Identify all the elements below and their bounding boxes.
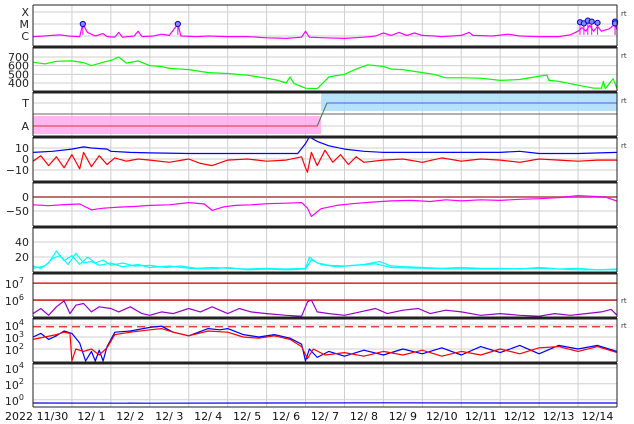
x-tick-label: 11/30 [37, 410, 69, 423]
x-tick-label: 12/ 4 [194, 410, 222, 423]
x-tick-label: 12/10 [426, 410, 458, 423]
x-tick-label: 12/ 7 [311, 410, 339, 423]
dst-tick-label: 0 [22, 191, 29, 204]
tick-exponent: 4 [19, 361, 24, 370]
imf-sector-tick-label: T [21, 97, 29, 110]
tick-exponent: 0 [19, 393, 24, 402]
proton-density-series-density-2 [32, 252, 617, 271]
flare-marker [174, 20, 181, 28]
dst-series-dst [32, 195, 618, 218]
x-tick-label: 12/ 6 [272, 410, 300, 423]
imf-realtime-label: rt [621, 142, 627, 150]
electron-flux-tick-label: 107 [5, 276, 24, 291]
x-tick-label: 12/ 8 [350, 410, 378, 423]
flare-marker [588, 18, 595, 25]
grid-layer [33, 5, 617, 407]
proton-flux-realtime-label: rt [621, 322, 627, 330]
tick-exponent: 6 [19, 293, 24, 302]
solar-wind-speed-tick-label: 400 [8, 77, 29, 90]
imf-sector-tick-label: A [21, 120, 29, 133]
tick-exponent: 4 [19, 318, 24, 327]
tick-exponent: 7 [19, 276, 24, 285]
electron-flux-realtime-label: rt [621, 297, 627, 305]
imf-series-bz [32, 149, 617, 173]
proton-flux-series-flux-1 [32, 325, 618, 362]
x-tick-label: 12/12 [504, 410, 536, 423]
sector-band-A [33, 116, 322, 134]
proton-density-series-density [32, 250, 618, 271]
proton-density-tick-label: 40 [15, 236, 29, 249]
x-tick-label: 12/13 [543, 410, 575, 423]
x-tick-label: 12/11 [465, 410, 497, 423]
tick-exponent: 3 [19, 330, 24, 339]
bottom-flux-tick-label: 100 [5, 393, 24, 408]
x-tick-label: 12/14 [582, 410, 614, 423]
proton-flux-tick-label: 102 [5, 342, 24, 357]
bottom-flux-tick-label: 102 [5, 377, 24, 392]
x-tick-label: 12/ 2 [116, 410, 144, 423]
proton-density-tick-label: 20 [15, 251, 29, 264]
label-layer: 2022 XMCrt700600500400rtTArt100−10rt0−50… [5, 6, 627, 423]
x-tick-label: 12/ 5 [233, 410, 261, 423]
tick-exponent: 2 [19, 342, 24, 351]
x-tick-label: 12/ 9 [389, 410, 417, 423]
x-axis-year-label: 2022 [5, 410, 33, 423]
flare-marker [594, 19, 601, 26]
xray-tick-label: C [21, 30, 29, 43]
xray-realtime-label: rt [621, 10, 627, 18]
tick-exponent: 2 [19, 377, 24, 386]
proton-flux-series-flux-2 [32, 328, 618, 362]
flare-marker [79, 20, 86, 28]
electron-flux-tick-label: 106 [5, 293, 24, 308]
imf-tick-label: −10 [6, 164, 29, 177]
x-tick-label: 12/ 1 [77, 410, 105, 423]
electron-flux-series-electron-flux [32, 299, 618, 317]
imf-sector-realtime-label: rt [621, 97, 627, 105]
space-weather-chart: 2022 XMCrt700600500400rtTArt100−10rt0−50… [5, 4, 627, 423]
solar-wind-speed-realtime-label: rt [621, 52, 627, 60]
bottom-flux-tick-label: 104 [5, 361, 24, 376]
dst-tick-label: −50 [6, 205, 29, 218]
x-tick-label: 12/ 3 [155, 410, 183, 423]
sector-band-T [321, 93, 617, 111]
solar-wind-speed-series-speed [32, 56, 618, 90]
